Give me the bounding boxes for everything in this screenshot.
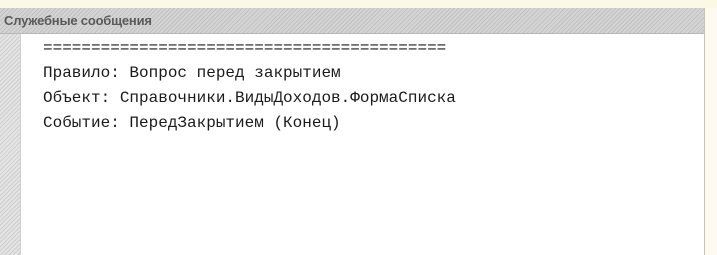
messages-panel: Служебные сообщения ====================…: [0, 8, 705, 255]
message-event: Событие: ПередЗакрытием (Конец): [43, 114, 341, 132]
message-area[interactable]: ========================================…: [21, 34, 704, 255]
message-separator: ========================================…: [43, 39, 447, 57]
panel-title: Служебные сообщения: [4, 13, 152, 28]
message-rule: Правило: Вопрос перед закрытием: [43, 64, 341, 82]
message-object: Объект: Справочники.ВидыДоходов.ФормаСпи…: [43, 89, 456, 107]
top-strip: [0, 0, 717, 8]
panel-titlebar: Служебные сообщения: [0, 8, 704, 34]
message-gutter: [0, 34, 21, 255]
